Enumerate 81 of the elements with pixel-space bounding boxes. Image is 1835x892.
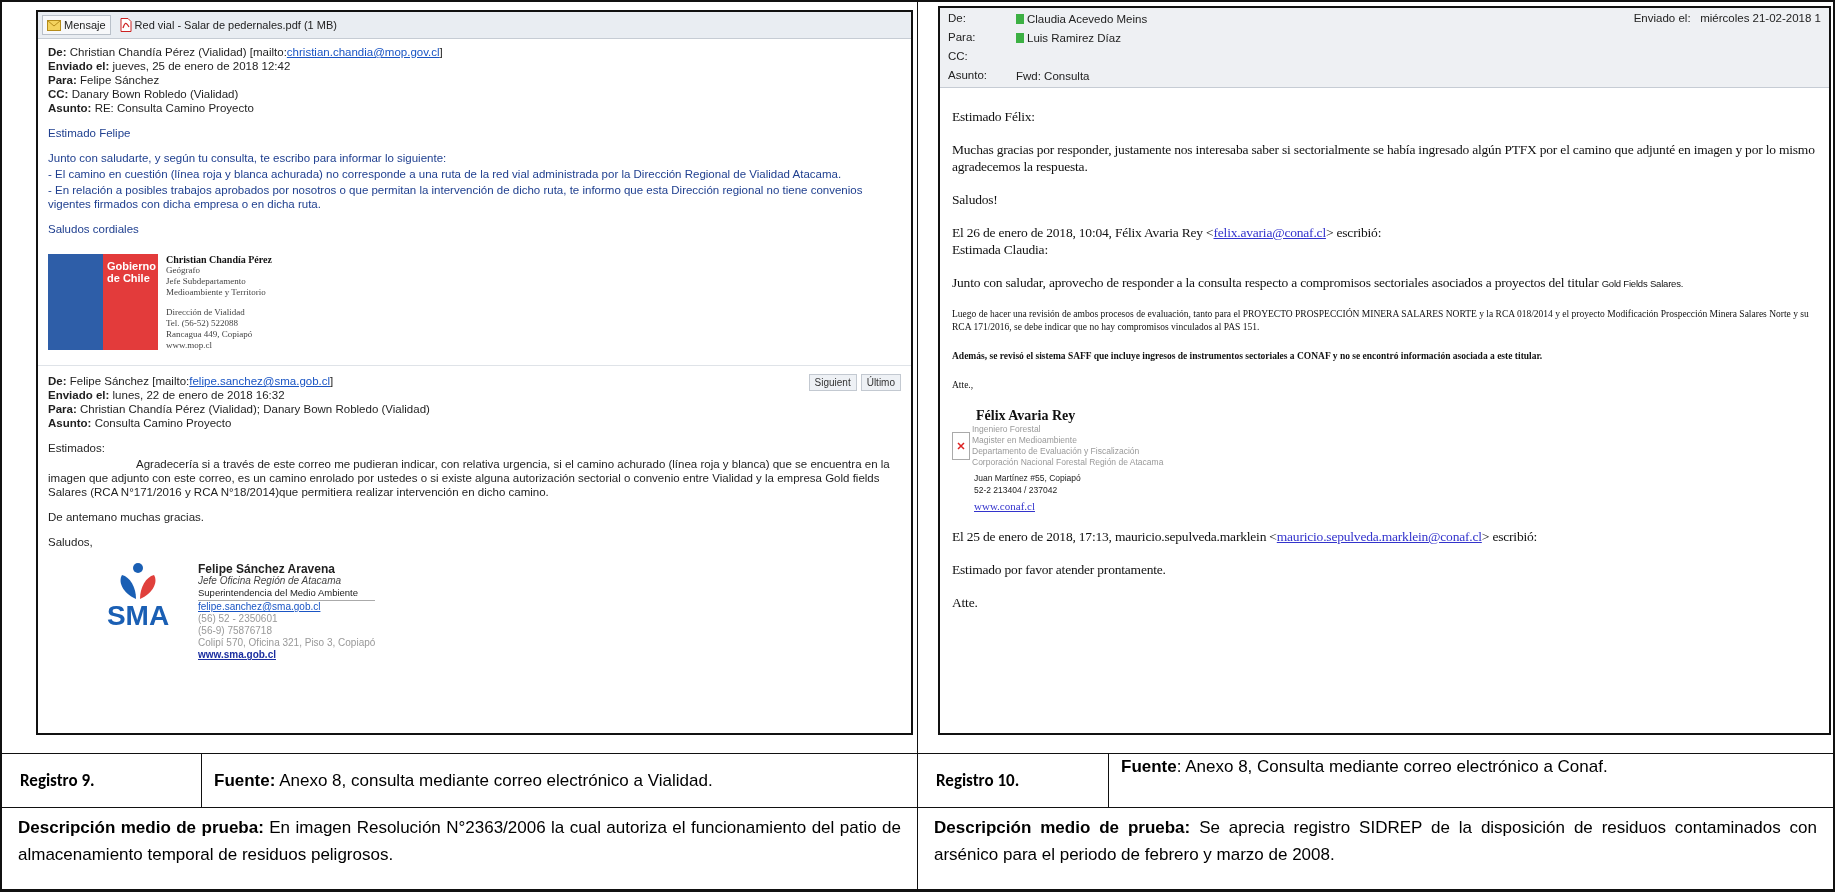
signature-line: Colipí 570, Oficina 321, Piso 3, Copiapó: [198, 637, 376, 649]
signature-line: www.mop.cl: [166, 340, 213, 351]
header-line: Asunto: Consulta Camino Proyecto: [48, 416, 233, 430]
header-line: Asunto: RE: Consulta Camino Proyecto: [48, 101, 255, 115]
message-paragraph: Atte.: [952, 594, 979, 611]
record-number: Registro 9.: [2, 754, 202, 807]
header-value: miércoles 21-02-2018 1: [1700, 12, 1821, 24]
signature-line: Tel. (56-52) 522088: [166, 318, 240, 329]
signature-line: (56-9) 75876718: [198, 625, 273, 637]
message-paragraph: Junto con saludar, aprovecho de responder a la consulta respecto a compromisos sectoriales asociados a proyectos del titular Gold Fields Salares.: [952, 274, 1685, 292]
message-paragraph: Estimado Felipe: [48, 126, 132, 140]
pdf-file-icon: [119, 18, 132, 32]
navigation-button[interactable]: Último: [860, 374, 901, 391]
evidence-description: Descripción medio de prueba: En imagen Resolución N°2363/2006 la cual autoriza el funcionamiento del patio de almacenamiento temporal de residuos peligrosos.: [2, 808, 918, 890]
logo-text: Gobierno de Chile: [106, 259, 157, 286]
signature-line: Geógrafo: [166, 265, 201, 276]
signature-line: Ingeniero Forestal: [972, 424, 1042, 435]
header-label: Para:: [948, 31, 977, 45]
header-line: De: Christian Chandía Pérez (Vialidad) [mailto:christian.chandia@mop.gov.cl]: [48, 45, 443, 59]
envelope-icon: [47, 19, 61, 31]
navigation-button[interactable]: Siguient: [808, 374, 857, 391]
signature-line: Jefe Oficina Región de Atacama: [198, 575, 343, 587]
signature-line: 52-2 213404 / 237042: [974, 484, 1059, 496]
header-label: CC:: [948, 50, 969, 64]
message-paragraph: Muchas gracias por responder, justamente nos interesaba saber si sectorialmente se había ingresado algún PTFX por el camino que adjunté en imagen y por lo mismo agradecemos la respuesta.: [952, 141, 1816, 175]
website-link[interactable]: www.sma.gob.cl: [198, 649, 276, 660]
header-label: Asunto:: [948, 69, 988, 83]
quote-attribution: El 26 de enero de 2018, 10:04, Félix Avaria Rey <felix.avaria@conaf.cl> escribió:: [952, 224, 1383, 241]
message-paragraph: Estimados:: [48, 441, 106, 455]
message-paragraph: Saludos cordiales: [48, 222, 140, 236]
header-line: Para: Christian Chandía Pérez (Vialidad); Danary Bown Robledo (Vialidad): [48, 402, 430, 416]
signature-line: Departamento de Evaluación y Fiscalización: [972, 446, 1141, 457]
signature-line: Corporación Nacional Forestal Región de Atacama: [972, 457, 1164, 468]
message-paragraph: De antemano muchas gracias.: [48, 510, 205, 524]
email-link[interactable]: christian.chandia@mop.gov.cl: [286, 46, 440, 58]
record-number: Registro 10.: [918, 754, 1109, 807]
source-text: Fuente: Anexo 8, consulta mediante correo electrónico a Vialidad.: [213, 769, 714, 792]
signature-line: (56) 52 - 2350601: [198, 613, 279, 625]
attachment-tab[interactable]: Red vial - Salar de pedernales.pdf (1 MB): [114, 15, 342, 35]
message-paragraph: Agradecería si a través de este correo me pudieran indicar, con relativa urgencia, si el camino achurado (línea roja y blanca) que se encuentra en la imagen que adjunto con este correo, es un camino enrolado por ustedes o si existe alguna autorización sectorial o convenio entre Vialidad y la empresa Gold fields Salares (RCA N°171/2016 y RCA N°18/2014)que permitiera realizar intervención en dicho camino.: [48, 457, 891, 499]
signature-line: Medioambiente y Territorio: [166, 287, 267, 298]
signature-line: Magister en Medioambiente: [972, 435, 1078, 446]
broken-image-icon: [952, 432, 970, 460]
header-value: Fwd: Consulta: [1016, 70, 1090, 82]
website-link[interactable]: www.conaf.cl: [974, 500, 1035, 512]
message-paragraph: - El camino en cuestión (línea roja y blanca achurada) no corresponde a una ruta de la red vial administrada por la Dirección Regional de Vialidad Atacama.: [48, 167, 843, 181]
message-paragraph: Luego de hacer una revisión de ambos procesos de evaluación, tanto para el PROYECTO PROSPECCIÓN MINERA SALARES NORTE y la RCA 018/2014 y el proyecto Modificación Prospección Minera Salares Norte y su RCA 171/2016, se debe indicar que no hay compromisos vinculados al PAS 151.: [952, 308, 1810, 334]
quote-attribution: El 25 de enero de 2018, 17:13, mauricio.sepulveda.marklein <mauricio.sepulveda.marklein@conaf.cl> escribió:: [952, 528, 1539, 545]
signature-line: Jefe Subdepartamento: [166, 276, 247, 287]
header-value: Claudia Acevedo Meins: [1027, 13, 1148, 25]
header-label: De:: [948, 12, 967, 26]
email-link[interactable]: felix.avaria@conaf.cl: [1213, 225, 1326, 240]
email-link[interactable]: mauricio.sepulveda.marklein@conaf.cl: [1276, 529, 1482, 544]
signature-name: Félix Avaria Rey: [976, 408, 1077, 424]
signature-line: Rancagua 449, Copiapó: [166, 329, 254, 340]
message-paragraph: - En relación a posibles trabajos aprobados por nosotros o que permitan la intervención de dicho ruta, te informo que esta Dirección regional no tiene convenios vigentes firmados con dicha empresa o en dicha ruta.: [48, 183, 864, 211]
evidence-description: Descripción medio de prueba: Se aprecia registro SIDREP de la disposición de residuos contaminados con arsénico para el periodo de febrero y marzo de 2008.: [918, 808, 1833, 890]
signature-line: Juan Martínez #55, Copiapó: [974, 472, 1082, 484]
signature-name: Christian Chandía Pérez: [166, 254, 272, 265]
header-line: Para: Felipe Sánchez: [48, 73, 161, 87]
signature-name: Felipe Sánchez Aravena: [198, 563, 335, 575]
header-value: Luis Ramirez Díaz: [1027, 32, 1121, 44]
header-line: CC: Danary Bown Robledo (Vialidad): [48, 87, 240, 101]
message-paragraph: Estimado por favor atender prontamente.: [952, 561, 1167, 578]
message-paragraph: Saludos,: [48, 535, 94, 549]
message-paragraph: Estimada Claudia:: [952, 241, 1049, 258]
signature-line: Dirección de Vialidad: [166, 307, 246, 318]
attachment-tab[interactable]: Mensaje: [42, 15, 111, 35]
signature-line: Superintendencia del Medio Ambiente: [198, 587, 376, 601]
header-line: Enviado el: lunes, 22 de enero de 2018 16:32: [48, 388, 286, 402]
source-text: Fuente: Anexo 8, Consulta mediante correo electrónico a Conaf.: [1120, 756, 1609, 778]
message-paragraph: Estimado Félix:: [952, 108, 1036, 125]
logo-text: SMA: [106, 601, 170, 631]
message-paragraph: Saludos!: [952, 191, 999, 208]
message-paragraph: Junto con saludarte, y según tu consulta, te escribo para informar lo siguiente:: [48, 151, 448, 165]
message-paragraph: Atte.,: [952, 379, 975, 392]
header-label: Enviado el:: [1633, 12, 1691, 24]
header-line: Enviado el: jueves, 25 de enero de 2018 12:42: [48, 59, 292, 73]
message-paragraph: Además, se revisó el sistema SAFF que incluye ingresos de instrumentos sectoriales a CONAF y no se encontró información asociada a este titular.: [952, 350, 1544, 363]
email-link[interactable]: felipe.sanchez@sma.gob.cl: [198, 601, 321, 612]
header-line: De: Felipe Sánchez [mailto:felipe.sanchez@sma.gob.cl]: [48, 374, 335, 388]
